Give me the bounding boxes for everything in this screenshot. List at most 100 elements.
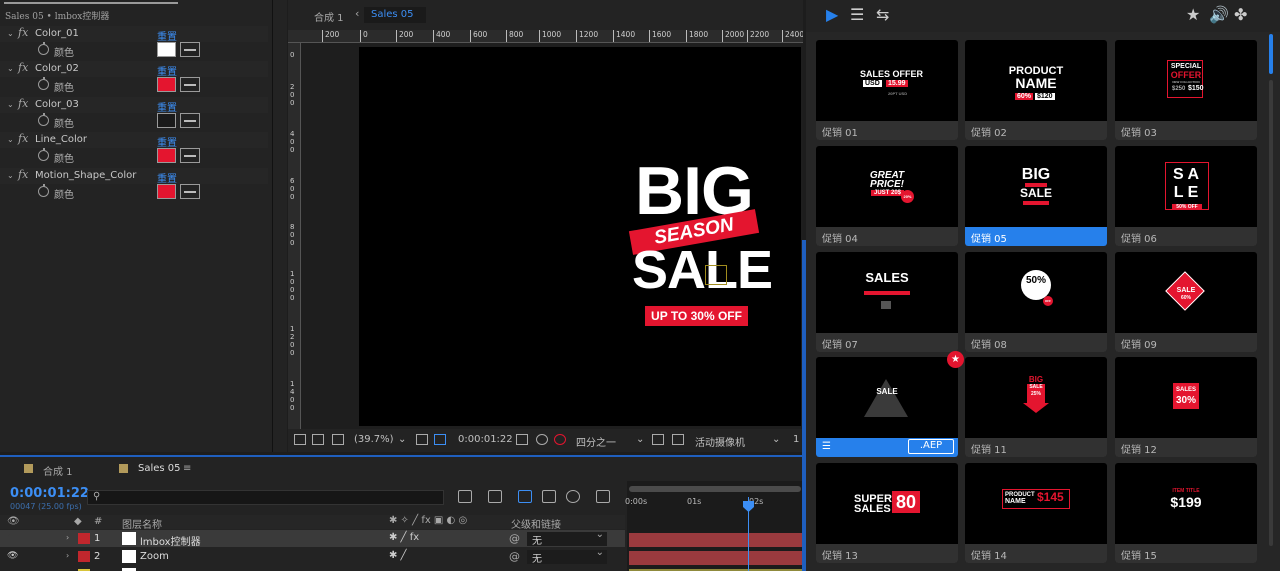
motion-blur-icon[interactable] [566, 490, 580, 503]
star-icon[interactable]: ★ [1186, 5, 1200, 24]
composition-canvas[interactable]: BIG SEASON SALE UP TO 30% OFF [359, 47, 801, 426]
stopwatch-icon[interactable] [38, 42, 49, 55]
eyedropper-icon[interactable] [180, 77, 200, 92]
template-card[interactable]: PRODUCT NAME 60% $120 促销 02 [965, 40, 1107, 140]
color-swatch[interactable] [157, 184, 176, 199]
playhead-handle[interactable] [743, 501, 754, 512]
template-card[interactable]: SALE 60% 促销 09 [1115, 252, 1257, 352]
ruler-vertical[interactable]: 0 2 0 0 4 0 0 6 0 0 8 0 0 1 0 0 0 1 2 0 … [288, 43, 301, 429]
align-icon[interactable]: ☰ [822, 441, 831, 452]
resolution-select[interactable]: 四分之一 [576, 434, 616, 449]
twirl-icon[interactable]: ⌄ [7, 100, 14, 109]
param-row-color-02[interactable]: ⌄ fx Color_02 重置 [0, 61, 268, 78]
template-card[interactable]: SPECIAL OFFER NEW COLLECTION $250 $150 促… [1115, 40, 1257, 140]
stopwatch-icon[interactable] [38, 184, 49, 197]
layer-row[interactable]: ● › 1 lmbox控制器 ✱ ╱ fx @ 无 [0, 529, 625, 548]
color-swatch[interactable] [157, 77, 176, 92]
show-snapshot-icon[interactable] [536, 434, 548, 445]
reset-link[interactable]: 重置 [157, 99, 177, 114]
current-timecode[interactable]: 0:00:01:22 [10, 486, 89, 501]
template-card[interactable]: SALES 促销 07 [816, 252, 958, 352]
library-scrollbar-track[interactable] [1269, 80, 1273, 546]
eyedropper-icon[interactable] [180, 42, 200, 57]
layer-switches[interactable]: ✱ ╱ [389, 550, 407, 561]
stopwatch-icon[interactable] [38, 148, 49, 161]
eyedropper-icon[interactable] [180, 184, 200, 199]
twirl-icon[interactable]: › [66, 533, 69, 542]
parent-select[interactable]: 无 [527, 529, 607, 547]
chevron-down-icon[interactable]: ⌄ [772, 434, 780, 445]
label-column-icon[interactable]: ◆ [74, 516, 82, 527]
twirl-icon[interactable]: ⌄ [7, 64, 14, 73]
settings-icon[interactable]: ✤ [1234, 5, 1247, 24]
shy-layers-icon[interactable] [518, 490, 532, 503]
template-card[interactable]: 50% OFF 促销 08 [965, 252, 1107, 352]
monitor-icon[interactable] [312, 434, 324, 445]
pick-whip-icon[interactable]: @ [509, 532, 520, 545]
reset-link[interactable]: 重置 [157, 170, 177, 185]
layer-row[interactable] [0, 566, 625, 571]
panel-menu-icon[interactable]: ≡ [183, 463, 191, 474]
template-card[interactable]: ITEM TITLE $199 促销 15 [1115, 463, 1257, 563]
layer-search-input[interactable]: ⚲ [87, 490, 444, 505]
fx-icon[interactable]: fx [18, 168, 28, 181]
zoom-select[interactable]: (39.7%) [354, 434, 394, 445]
timeline-graph-area[interactable]: 0:00s 01s 02s [625, 481, 803, 571]
layer-name[interactable]: lmbox控制器 [140, 533, 201, 548]
eyedropper-icon[interactable] [180, 148, 200, 163]
aep-button[interactable]: .AEP [908, 439, 954, 454]
param-row-color-01[interactable]: ⌄ fx Color_01 重置 [0, 26, 268, 43]
fx-icon[interactable]: fx [18, 61, 28, 74]
draft-3d-icon[interactable] [488, 490, 502, 503]
library-scrollbar-thumb[interactable] [1269, 34, 1273, 74]
template-card[interactable]: SALES 30% 促销 12 [1115, 357, 1257, 457]
ruler-horizontal[interactable]: 200 0 200 400 600 800 1000 1200 1400 160… [288, 30, 803, 43]
stopwatch-icon[interactable] [38, 77, 49, 90]
param-row-line-color[interactable]: ⌄ fx Line_Color 重置 [0, 132, 268, 149]
param-row-motion-shape-color[interactable]: ⌄ fx Motion_Shape_Color 重置 [0, 168, 268, 185]
fx-icon[interactable]: fx [18, 26, 28, 39]
import-icon[interactable]: ⇆ [876, 5, 889, 24]
template-card[interactable]: PRODUCT NAME $145 促销 14 [965, 463, 1107, 563]
panel-scrollbar[interactable] [272, 0, 273, 452]
layer-row[interactable]: 👁 › 2 Zoom ✱ ╱ @ 无 [0, 547, 625, 565]
av-features-icon[interactable]: 👁 [7, 516, 20, 527]
work-area-bar[interactable] [629, 486, 801, 492]
camera-select[interactable]: 活动摄像机 [695, 434, 745, 449]
param-row-color-03[interactable]: ⌄ fx Color_03 重置 [0, 97, 268, 114]
reset-link[interactable]: 重置 [157, 63, 177, 78]
tab-comp-1[interactable]: 合成 1 [314, 9, 344, 24]
layer-duration-bar[interactable] [629, 533, 803, 547]
twirl-icon[interactable]: › [66, 551, 69, 560]
region-of-interest-icon[interactable] [434, 434, 446, 445]
mask-icon[interactable] [332, 434, 344, 445]
reset-link[interactable]: 重置 [157, 134, 177, 149]
eyedropper-icon[interactable] [180, 113, 200, 128]
play-icon[interactable]: ▶ [826, 5, 838, 24]
stopwatch-icon[interactable] [38, 113, 49, 126]
viewer-timecode[interactable]: 0:00:01:22 [458, 434, 513, 445]
twirl-icon[interactable]: ⌄ [7, 29, 14, 38]
layer-switches[interactable]: ✱ ╱ fx [389, 532, 419, 543]
chevron-down-icon[interactable]: ⌄ [636, 434, 644, 445]
color-swatch[interactable] [157, 148, 176, 163]
anchor-point-box[interactable] [705, 265, 727, 285]
frame-blending-icon[interactable] [542, 490, 556, 503]
label-color-swatch[interactable] [78, 551, 90, 562]
transparency-grid-icon[interactable] [672, 434, 684, 445]
channel-icon[interactable] [554, 434, 566, 445]
chevron-left-icon[interactable]: ‹ [355, 7, 359, 20]
list-icon[interactable]: ☰ [850, 5, 864, 24]
template-card[interactable]: S A L E 50% OFF 促销 06 [1115, 146, 1257, 246]
camera-snapshot-icon[interactable] [516, 434, 528, 445]
template-card[interactable]: BIG SALE 促销 05 [965, 146, 1107, 246]
template-card[interactable]: BIG SALE 25% 促销 11 [965, 357, 1107, 457]
volume-icon[interactable]: 🔊 [1209, 5, 1229, 24]
tab-sales-05[interactable]: Sales 05 [364, 7, 426, 23]
template-card[interactable]: SALES OFFER USD 15.99 20PT USD 促销 01 [816, 40, 958, 140]
twirl-icon[interactable]: ⌄ [7, 135, 14, 144]
fast-preview-icon[interactable] [652, 434, 664, 445]
layer-name[interactable]: Zoom [140, 551, 169, 562]
tab-comp-1[interactable]: 合成 1 [43, 463, 73, 478]
graph-editor-icon[interactable] [596, 490, 610, 503]
